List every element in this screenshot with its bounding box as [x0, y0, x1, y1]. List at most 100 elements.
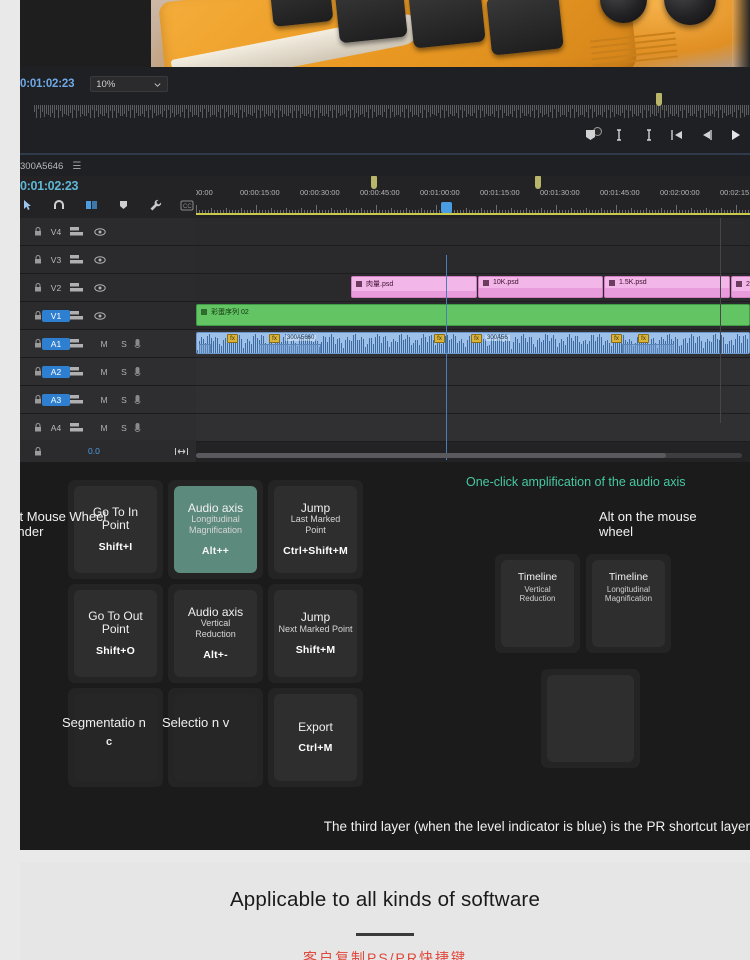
track-targeting-icon[interactable]	[70, 367, 94, 376]
shortcut-key[interactable]: Audio axis Longitudinal Magnification Alt++	[174, 486, 257, 573]
track-name-label[interactable]: V3	[42, 255, 70, 265]
shortcut-key[interactable]: Export Ctrl+M	[274, 694, 357, 781]
track-targeting-icon[interactable]	[70, 311, 94, 320]
program-timecode[interactable]: 0:01:02:23	[20, 78, 74, 90]
shortcut-key-cell[interactable]: Audio axis Longitudinal Magnification Alt++	[168, 480, 263, 579]
fx-badge-icon[interactable]: fx	[611, 334, 622, 343]
shortcut-key-cell[interactable]: Export Ctrl+M	[268, 688, 363, 787]
track-name-label[interactable]: A1	[42, 337, 70, 350]
lock-icon[interactable]	[20, 339, 42, 348]
shortcut-key[interactable]: Audio axis Vertical Reduction Alt+-	[174, 590, 257, 677]
audio-clip[interactable]: fx fx fx fx fx fx 300A5660 300A56	[196, 332, 750, 354]
voice-over-icon[interactable]	[134, 394, 158, 405]
panel-menu-icon[interactable]: ☰	[72, 161, 81, 172]
track-name-label[interactable]: A3	[42, 393, 70, 406]
track-lane-v4[interactable]	[196, 218, 750, 246]
timeline-key-cell[interactable]: Timeline Longitudinal Magnification	[586, 554, 671, 653]
master-volume-value[interactable]: 0.0	[88, 446, 100, 456]
track-header-a3[interactable]: A3 M S	[20, 386, 196, 414]
track-targeting-icon[interactable]	[70, 339, 94, 348]
shortcut-key[interactable]: Go To Out Point Shift+O	[74, 590, 157, 677]
empty-key[interactable]	[547, 675, 634, 762]
track-header-v1[interactable]: V1	[20, 302, 196, 330]
fit-to-width-icon[interactable]	[175, 447, 188, 456]
audio-subclip[interactable]	[622, 344, 674, 353]
track-targeting-icon[interactable]	[70, 283, 94, 292]
lock-icon[interactable]	[20, 395, 42, 404]
track-targeting-icon[interactable]	[70, 227, 94, 236]
fx-badge-icon[interactable]: fx	[227, 334, 238, 343]
track-name-label[interactable]: V4	[42, 227, 70, 237]
solo-button[interactable]: S	[114, 395, 134, 405]
lock-icon[interactable]	[20, 227, 42, 236]
track-visibility-icon[interactable]	[94, 227, 118, 236]
track-header-a2[interactable]: A2 M S	[20, 358, 196, 386]
track-targeting-icon[interactable]	[70, 423, 94, 432]
zoom-level-dropdown[interactable]: 10%	[90, 76, 169, 92]
track-header-v4[interactable]: V4	[20, 218, 196, 246]
track-header-a4[interactable]: A4 M S	[20, 414, 196, 442]
mute-button[interactable]: M	[94, 423, 114, 433]
track-name-label[interactable]: V2	[42, 283, 70, 293]
shortcut-key-cell[interactable]: Segmentatio nc	[62, 688, 163, 787]
shortcut-key-cell[interactable]: Jump Last Marked Point Ctrl+Shift+M	[268, 480, 363, 579]
mute-button[interactable]: M	[94, 367, 114, 377]
video-clip[interactable]: 1.5K.psd	[604, 276, 730, 298]
video-clip[interactable]: 肉量.psd	[351, 276, 477, 298]
mark-out-icon[interactable]	[641, 128, 655, 142]
lock-icon[interactable]	[20, 255, 42, 264]
fx-badge-icon[interactable]: fx	[434, 334, 445, 343]
fx-badge-icon[interactable]: fx	[471, 334, 482, 343]
timeline-work-area-bar[interactable]	[196, 213, 750, 215]
timeline-timecode[interactable]: 0:01:02:23	[20, 179, 78, 193]
video-clip-sequence[interactable]: 彩蛋序列 02	[196, 304, 750, 326]
track-header-v2[interactable]: V2	[20, 274, 196, 302]
track-targeting-icon[interactable]	[70, 255, 94, 264]
fx-badge-icon[interactable]: fx	[269, 334, 280, 343]
shortcut-key[interactable]: Jump Last Marked Point Ctrl+Shift+M	[274, 486, 357, 573]
voice-over-icon[interactable]	[134, 338, 158, 349]
track-visibility-icon[interactable]	[94, 283, 118, 292]
track-name-label[interactable]: V1	[42, 309, 70, 322]
track-lane-v3[interactable]	[196, 246, 750, 274]
video-clip[interactable]: 10K.psd	[478, 276, 603, 298]
solo-button[interactable]: S	[114, 423, 134, 433]
marker-tool-icon[interactable]	[116, 198, 130, 212]
timeline-vertical-reduction-key[interactable]: Timeline Vertical Reduction	[501, 560, 574, 647]
track-name-label[interactable]: A4	[42, 423, 70, 433]
shortcut-key-cell[interactable]: Go To Out Point Shift+O	[68, 584, 163, 683]
timeline-ruler[interactable]: 00:00 00:00:15:00 00:00:30:00 00:00:45:00 00…	[196, 176, 750, 218]
empty-key-cell[interactable]	[541, 669, 640, 768]
shortcut-key[interactable]: Jump Next Marked Point Shift+M	[274, 590, 357, 677]
mute-button[interactable]: M	[94, 339, 114, 349]
track-header-a1[interactable]: A1 M S	[20, 330, 196, 358]
marker-icon[interactable]	[583, 128, 597, 142]
timeline-longitudinal-magnification-key[interactable]: Timeline Longitudinal Magnification	[592, 560, 665, 647]
wrench-settings-icon[interactable]	[148, 198, 162, 212]
timeline-marker[interactable]	[535, 176, 541, 189]
track-lane-a2[interactable]	[196, 358, 750, 386]
shortcut-key-cell[interactable]: Selectio n v	[162, 688, 263, 787]
track-visibility-icon[interactable]	[94, 311, 118, 320]
lock-icon[interactable]	[20, 423, 42, 432]
track-name-label[interactable]: A2	[42, 365, 70, 378]
program-monitor-ruler[interactable]	[20, 105, 750, 125]
select-tool-icon[interactable]	[20, 198, 34, 212]
video-clip[interactable]: 22款.psd	[731, 276, 750, 298]
captions-icon[interactable]: CC	[180, 198, 194, 212]
track-lane-a3[interactable]	[196, 386, 750, 414]
audio-subclip[interactable]	[199, 344, 211, 353]
timeline-marker[interactable]	[371, 176, 377, 189]
voice-over-icon[interactable]	[134, 366, 158, 377]
lock-icon[interactable]	[20, 367, 42, 376]
shortcut-key[interactable]	[174, 694, 257, 781]
play-icon[interactable]	[728, 128, 742, 142]
track-lane-a4[interactable]	[196, 414, 750, 442]
track-targeting-icon[interactable]	[70, 395, 94, 404]
timeline-horizontal-scrollbar[interactable]	[196, 453, 742, 458]
audio-subclip[interactable]	[259, 344, 321, 353]
shortcut-key-cell[interactable]: Audio axis Vertical Reduction Alt+-	[168, 584, 263, 683]
step-back-icon[interactable]	[699, 128, 713, 142]
solo-button[interactable]: S	[114, 367, 134, 377]
lock-icon[interactable]	[20, 311, 42, 320]
